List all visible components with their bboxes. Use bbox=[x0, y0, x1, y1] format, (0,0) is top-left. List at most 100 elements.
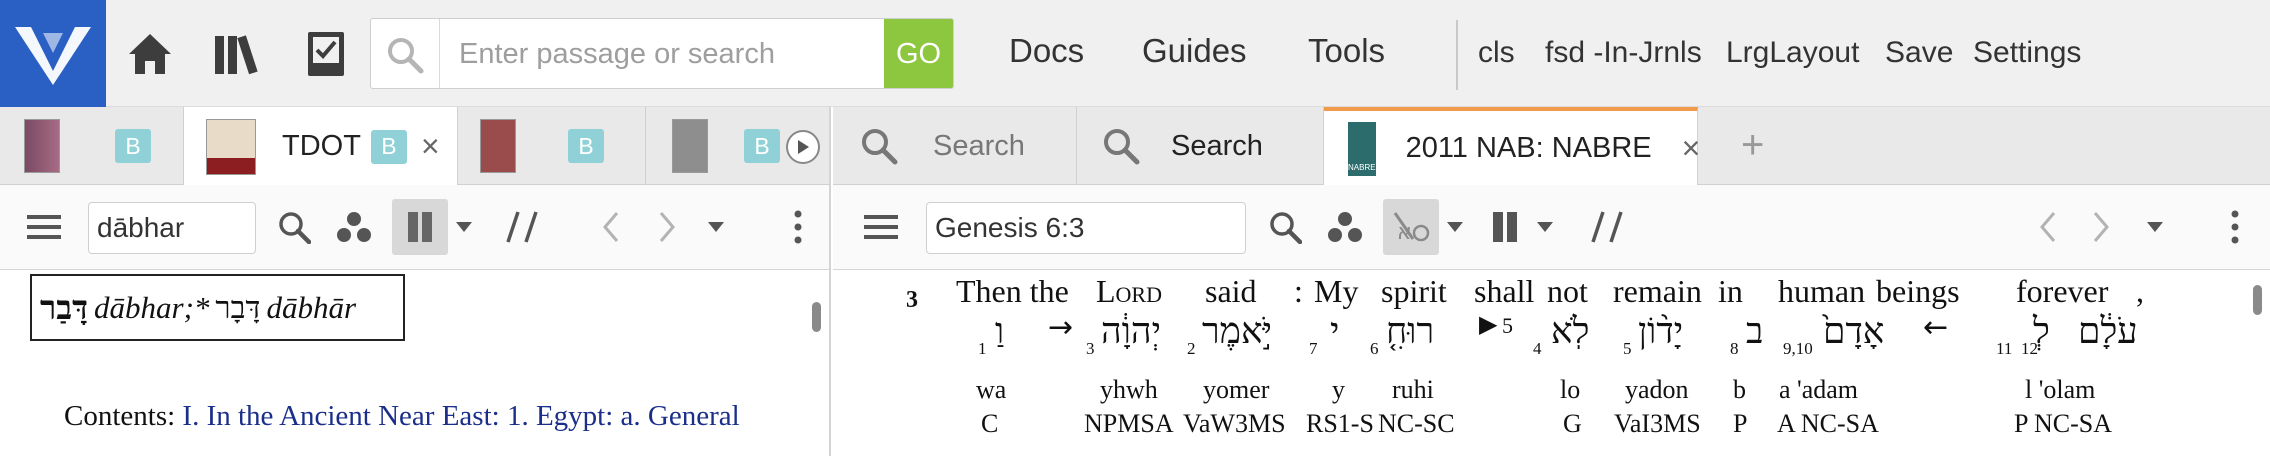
close-tab-icon[interactable]: × bbox=[421, 128, 440, 165]
hebrew-word[interactable]: אָדָם֙ bbox=[1823, 310, 1884, 352]
add-tab-button[interactable]: + bbox=[1741, 123, 1764, 168]
nav-docs[interactable]: Docs bbox=[1009, 32, 1084, 70]
history-back-button[interactable] bbox=[2033, 205, 2063, 249]
caret-down-icon bbox=[2147, 222, 2163, 232]
left-tab-strip: B TDOT B × B B bbox=[0, 107, 829, 186]
panel-more-button[interactable] bbox=[2223, 205, 2247, 249]
english-word[interactable]: not bbox=[1547, 273, 1588, 310]
panel-menu-button[interactable] bbox=[24, 205, 64, 249]
interlinear-dropdown[interactable] bbox=[1443, 205, 1467, 249]
tab-resource-3[interactable]: B bbox=[458, 107, 646, 185]
layout-dropdown[interactable] bbox=[1533, 205, 1557, 249]
nav-guides[interactable]: Guides bbox=[1142, 32, 1247, 70]
app-logo[interactable] bbox=[0, 0, 106, 107]
shortcut-cls[interactable]: cls bbox=[1478, 36, 1515, 70]
hebrew-word[interactable]: רוּחִ֤ bbox=[1386, 310, 1434, 352]
close-tab-icon[interactable]: × bbox=[1682, 130, 1701, 167]
reference-input[interactable]: Genesis 6:3 bbox=[926, 202, 1246, 254]
morphology: NPMSA bbox=[1084, 409, 1174, 438]
right-scrollbar[interactable] bbox=[2253, 285, 2262, 315]
arrow-left-icon: ← bbox=[1923, 310, 1949, 345]
history-forward-button[interactable] bbox=[652, 205, 682, 249]
english-word[interactable]: said bbox=[1205, 273, 1257, 310]
visual-filter-button[interactable] bbox=[332, 205, 376, 249]
hebrew-word[interactable]: עֹלָ֔ם bbox=[2078, 310, 2138, 352]
english-word[interactable]: in bbox=[1718, 273, 1743, 310]
search-icon bbox=[279, 212, 311, 244]
footnote-marker[interactable]: ▶ bbox=[1479, 310, 1497, 338]
tab-resource-4[interactable]: B bbox=[646, 107, 786, 185]
library-button[interactable] bbox=[210, 26, 266, 82]
footnote-number[interactable]: 5 bbox=[1502, 313, 1513, 339]
arrow-right-icon: → bbox=[1048, 310, 1074, 345]
parallel-resources-button[interactable] bbox=[1585, 205, 1629, 249]
visual-filter-button[interactable] bbox=[1323, 205, 1367, 249]
tab-nabre[interactable]: NABRE 2011 NAB: NABRE × bbox=[1324, 107, 1701, 186]
layout-toggle-button[interactable] bbox=[392, 199, 448, 255]
tabs-overflow-button[interactable] bbox=[786, 130, 820, 164]
tab-label: Search bbox=[1171, 129, 1263, 162]
left-scrollbar[interactable] bbox=[812, 302, 821, 332]
english-word[interactable]: , bbox=[2136, 273, 2144, 310]
panel-more-button[interactable] bbox=[786, 205, 810, 249]
panel-menu-button[interactable] bbox=[861, 205, 901, 249]
documents-button[interactable] bbox=[298, 26, 354, 82]
go-button[interactable]: GO bbox=[884, 19, 953, 88]
shortcut-settings[interactable]: Settings bbox=[1973, 36, 2081, 70]
hebrew-word[interactable]: י bbox=[1330, 310, 1339, 352]
tab-search-1[interactable]: Search bbox=[833, 107, 1077, 185]
parallel-resources-button[interactable] bbox=[500, 205, 544, 249]
hebrew-word[interactable]: ב bbox=[1746, 310, 1763, 352]
shortcut-save[interactable]: Save bbox=[1885, 36, 1953, 70]
badge-b: B bbox=[744, 129, 780, 163]
hebrew-word[interactable]: לְ bbox=[2033, 310, 2050, 352]
transliteration: lo bbox=[1560, 375, 1581, 404]
tab-search-2[interactable]: Search bbox=[1077, 107, 1324, 185]
find-button[interactable] bbox=[272, 205, 316, 249]
english-word[interactable]: Then the bbox=[956, 273, 1069, 310]
hebrew-word[interactable]: לֹֽא bbox=[1551, 310, 1589, 352]
tab-tdot[interactable]: TDOT B × bbox=[184, 107, 458, 186]
layout-toggle-button[interactable] bbox=[1483, 205, 1527, 249]
hebrew-word[interactable]: יְהוָ֔ה bbox=[1101, 310, 1161, 352]
english-word[interactable]: spirit bbox=[1381, 273, 1447, 310]
hebrew-word[interactable]: וַ bbox=[995, 310, 1004, 352]
english-word[interactable]: remain bbox=[1613, 273, 1702, 310]
passage-search[interactable]: GO bbox=[370, 18, 954, 89]
morphology: RS1-S bbox=[1306, 409, 1374, 438]
english-word[interactable]: forever bbox=[2016, 273, 2108, 310]
english-word[interactable]: Lord bbox=[1096, 273, 1162, 310]
english-word[interactable]: beings bbox=[1876, 273, 1960, 310]
hebrew-word[interactable]: יָד֨וֹן bbox=[1638, 310, 1683, 352]
layout-dropdown[interactable] bbox=[452, 205, 476, 249]
history-forward-button[interactable] bbox=[2086, 205, 2116, 249]
reference-input[interactable]: dābhar bbox=[88, 202, 256, 254]
verse-number[interactable]: 3 bbox=[906, 287, 918, 314]
interlinear-toggle-button[interactable]: א bbox=[1383, 199, 1439, 255]
more-vertical-icon bbox=[794, 210, 802, 244]
history-dropdown[interactable] bbox=[2143, 205, 2167, 249]
nav-tools[interactable]: Tools bbox=[1308, 32, 1385, 70]
home-button[interactable] bbox=[122, 26, 178, 82]
headword-hebrew-2: דָּבָר bbox=[215, 289, 261, 326]
columns-icon bbox=[408, 212, 432, 242]
find-button[interactable] bbox=[1263, 205, 1307, 249]
shortcut-lrglayout[interactable]: LrgLayout bbox=[1726, 36, 1859, 70]
contents-link[interactable]: I. In the Ancient Near East: 1. Egypt: a… bbox=[182, 400, 739, 432]
svg-text:א: א bbox=[1397, 220, 1412, 245]
caret-down-icon bbox=[1537, 222, 1553, 232]
history-back-button[interactable] bbox=[596, 205, 626, 249]
right-tab-strip: Search Search NABRE 2011 NAB: NABRE × + bbox=[833, 107, 2270, 186]
hebrew-word[interactable]: יֹּ֣אמֶר bbox=[1202, 310, 1272, 352]
shortcut-fsd-in-jrnls[interactable]: fsd -In-Jrnls bbox=[1545, 36, 1702, 70]
tab-resource-1[interactable]: B bbox=[0, 107, 184, 185]
morphology: C bbox=[981, 409, 999, 438]
english-word[interactable]: : bbox=[1294, 273, 1303, 310]
english-word[interactable]: shall bbox=[1474, 273, 1534, 310]
badge-b: B bbox=[115, 129, 151, 163]
search-input[interactable] bbox=[459, 33, 859, 75]
chevron-left-icon bbox=[2040, 212, 2056, 242]
english-word[interactable]: My bbox=[1314, 273, 1358, 310]
history-dropdown[interactable] bbox=[704, 205, 728, 249]
english-word[interactable]: human bbox=[1778, 273, 1865, 310]
